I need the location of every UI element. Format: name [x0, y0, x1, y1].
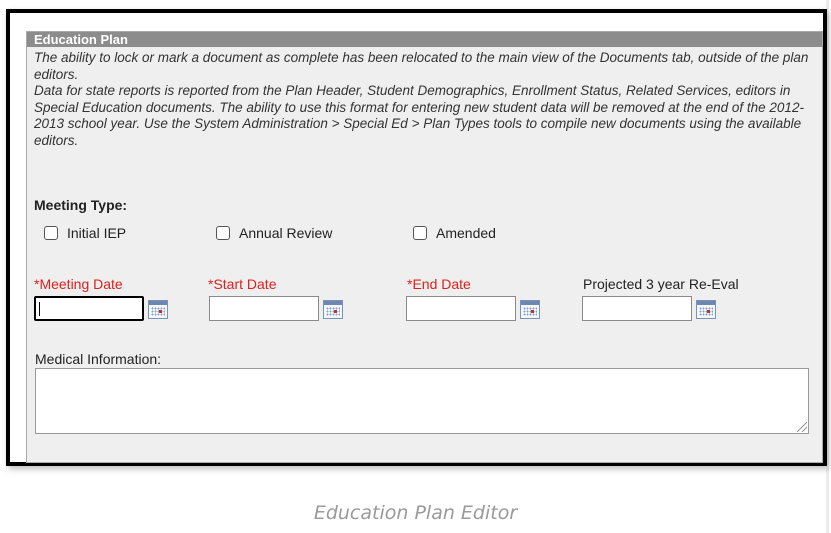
reeval-date-calendar-icon[interactable] — [696, 300, 716, 319]
meeting-date-calendar-icon[interactable] — [148, 300, 168, 319]
checkbox-box[interactable] — [44, 226, 58, 240]
checkbox-annual-review[interactable]: Annual Review — [216, 225, 332, 241]
start-date-label: *Start Date — [208, 276, 277, 292]
education-plan-panel: Education Plan The ability to lock or ma… — [26, 31, 823, 463]
meeting-date-input[interactable] — [34, 296, 144, 321]
resize-grip-icon[interactable] — [797, 422, 807, 432]
checkbox-box[interactable] — [216, 226, 230, 240]
screenshot-frame: Education Plan The ability to lock or ma… — [6, 9, 827, 466]
figure-caption: Education Plan Editor — [313, 502, 518, 524]
end-date-calendar-icon[interactable] — [520, 300, 540, 319]
start-date-calendar-icon[interactable] — [323, 300, 343, 319]
meeting-date-label: *Meeting Date — [34, 276, 123, 292]
text-caret — [39, 302, 40, 316]
start-date-input[interactable] — [209, 296, 319, 321]
checkbox-initial-iep[interactable]: Initial IEP — [44, 225, 126, 241]
panel-header: Education Plan — [27, 32, 822, 47]
end-date-input[interactable] — [406, 296, 516, 321]
meeting-type-label: Meeting Type: — [34, 197, 128, 213]
note-state-reports: Data for state reports is reported from … — [34, 83, 804, 148]
checkbox-label: Amended — [436, 225, 496, 241]
note-lock-relocated: The ability to lock or mark a document a… — [34, 50, 809, 82]
medical-information-label: Medical Information: — [35, 351, 162, 367]
checkbox-amended[interactable]: Amended — [413, 225, 496, 241]
reeval-date-input[interactable] — [582, 296, 692, 321]
panel-title: Education Plan — [34, 32, 128, 47]
checkbox-box[interactable] — [413, 226, 427, 240]
end-date-label: *End Date — [407, 276, 471, 292]
checkbox-label: Initial IEP — [67, 225, 127, 241]
reeval-date-label: Projected 3 year Re-Eval — [583, 276, 739, 292]
medical-information-textarea[interactable] — [35, 368, 809, 434]
checkbox-label: Annual Review — [239, 225, 333, 241]
panel-notes: The ability to lock or mark a document a… — [34, 50, 824, 149]
